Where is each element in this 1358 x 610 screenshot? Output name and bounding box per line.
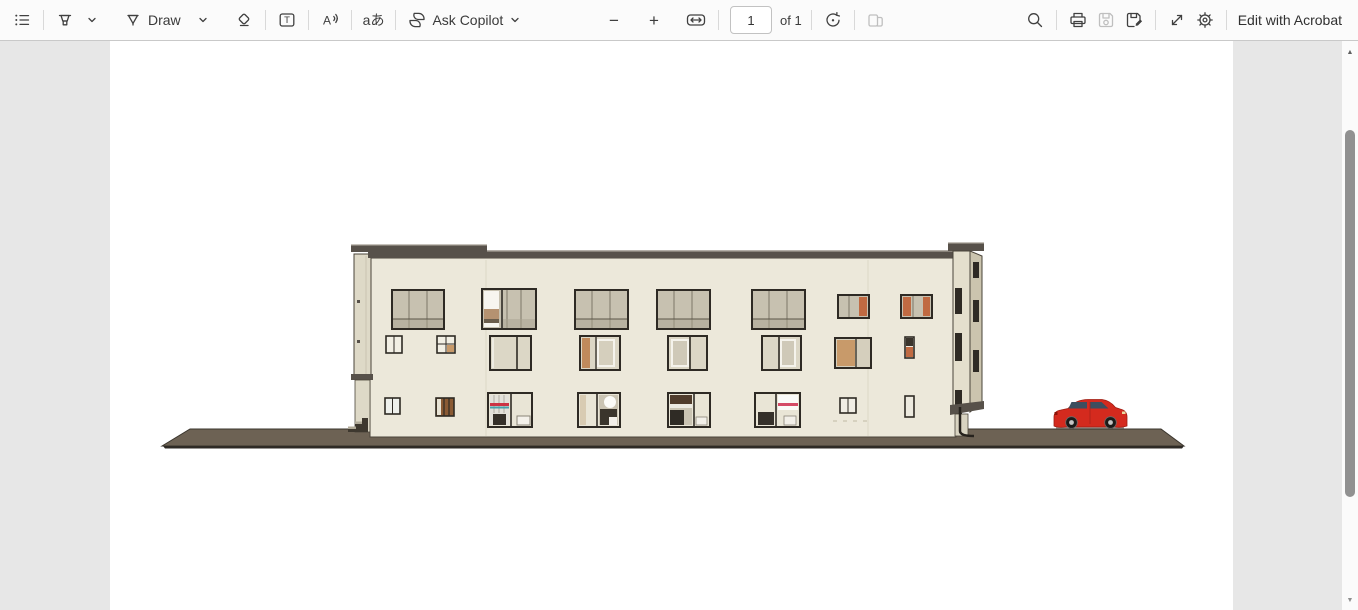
page-view-icon xyxy=(866,10,886,30)
separator xyxy=(1155,10,1156,30)
fit-width-icon xyxy=(685,10,707,30)
fullscreen-button[interactable] xyxy=(1163,5,1191,35)
separator xyxy=(1226,10,1227,30)
draw-pen-icon xyxy=(123,10,143,30)
save-as-icon xyxy=(1124,10,1144,30)
print-button[interactable] xyxy=(1064,5,1092,35)
vertical-scrollbar[interactable]: ▲ ▼ xyxy=(1342,41,1358,610)
svg-text:A: A xyxy=(323,14,331,28)
print-icon xyxy=(1068,10,1088,30)
svg-text:T: T xyxy=(284,15,290,26)
settings-button[interactable] xyxy=(1191,5,1219,35)
draw-label: Draw xyxy=(148,12,181,28)
eraser-button[interactable] xyxy=(230,5,258,35)
page-number-input[interactable] xyxy=(730,6,772,34)
search-button[interactable] xyxy=(1021,5,1049,35)
building xyxy=(348,243,984,437)
draw-tool-button[interactable]: Draw xyxy=(119,5,190,35)
toolbar-right-group: Edit with Acrobat xyxy=(1021,0,1346,40)
rotate-button[interactable] xyxy=(819,5,847,35)
minus-icon: − xyxy=(609,12,619,29)
text-box-icon: T xyxy=(277,10,297,30)
read-aloud-icon: A xyxy=(320,10,340,30)
separator xyxy=(308,10,309,30)
search-icon xyxy=(1025,10,1045,30)
separator xyxy=(718,10,719,30)
highlighter-button[interactable] xyxy=(51,5,79,35)
zoom-out-button[interactable]: − xyxy=(601,5,627,35)
eraser-icon xyxy=(234,10,254,30)
separator xyxy=(43,10,44,30)
zoom-in-button[interactable]: + xyxy=(641,5,667,35)
gear-icon xyxy=(1195,10,1215,30)
save-icon xyxy=(1096,10,1116,30)
read-aloud-button[interactable]: A xyxy=(316,5,344,35)
rotate-icon xyxy=(823,10,843,30)
translate-icon: aあ xyxy=(363,10,385,30)
separator xyxy=(854,10,855,30)
car xyxy=(1054,400,1127,429)
chevron-down-icon xyxy=(508,13,522,27)
separator xyxy=(1056,10,1057,30)
roof-parapet xyxy=(351,243,984,258)
scroll-up-arrow-icon[interactable]: ▲ xyxy=(1342,46,1358,58)
draw-dropdown-button[interactable] xyxy=(190,5,216,35)
fullscreen-icon xyxy=(1167,10,1187,30)
page-view-button[interactable] xyxy=(862,5,890,35)
separator xyxy=(265,10,266,30)
pdf-viewport[interactable] xyxy=(0,41,1342,610)
toolbar-center-group: − + of 1 xyxy=(601,0,890,40)
pdf-toolbar: Draw T A xyxy=(0,0,1358,41)
separator xyxy=(395,10,396,30)
ask-copilot-label: Ask Copilot xyxy=(432,12,503,28)
right-bay xyxy=(950,251,984,436)
fit-to-width-button[interactable] xyxy=(681,5,711,35)
ask-copilot-button[interactable]: Ask Copilot xyxy=(403,5,526,35)
highlighter-dropdown-button[interactable] xyxy=(79,5,105,35)
add-text-button[interactable]: T xyxy=(273,5,301,35)
edit-with-acrobat-button[interactable]: Edit with Acrobat xyxy=(1234,5,1346,35)
scrollbar-thumb[interactable] xyxy=(1345,130,1355,497)
highlighter-icon xyxy=(55,10,75,30)
chevron-down-icon xyxy=(196,13,210,27)
elevation-drawing xyxy=(0,41,1342,610)
plus-icon: + xyxy=(649,12,659,29)
page-count-label: of 1 xyxy=(780,13,802,28)
chevron-down-icon xyxy=(85,13,99,27)
separator xyxy=(811,10,812,30)
toolbar-left-group: Draw T A xyxy=(8,0,526,40)
table-of-contents-button[interactable] xyxy=(8,5,36,35)
save-as-button[interactable] xyxy=(1120,5,1148,35)
toc-icon xyxy=(12,10,32,30)
edit-with-acrobat-label: Edit with Acrobat xyxy=(1238,12,1342,28)
scroll-down-arrow-icon[interactable]: ▼ xyxy=(1342,594,1358,606)
copilot-icon xyxy=(407,10,427,30)
separator xyxy=(351,10,352,30)
save-button[interactable] xyxy=(1092,5,1120,35)
translate-button[interactable]: aあ xyxy=(359,5,389,35)
